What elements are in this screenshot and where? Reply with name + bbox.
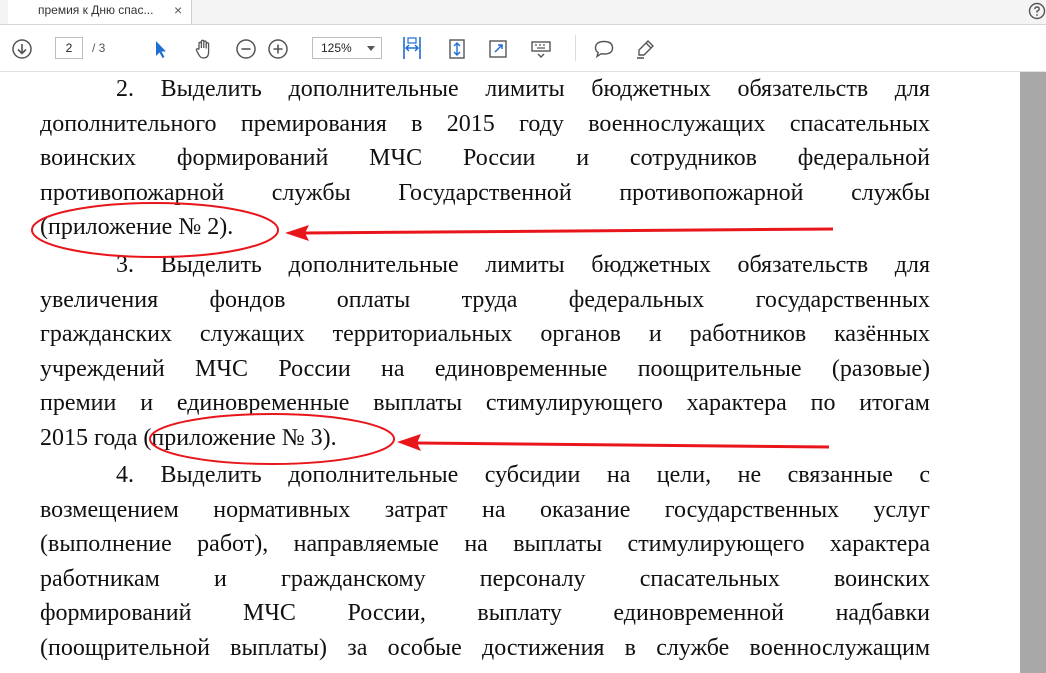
paragraph-3: 3. Выделить дополнительные лимиты бюджет… bbox=[40, 248, 930, 456]
text-line: 4. Выделить дополнительные субсидии на ц… bbox=[116, 462, 930, 488]
fit-width-icon[interactable] bbox=[401, 35, 423, 59]
text-line: гражданских служащих территориальных орг… bbox=[40, 321, 930, 348]
download-icon[interactable] bbox=[11, 38, 33, 60]
keyboard-icon[interactable] bbox=[530, 38, 552, 60]
hand-icon[interactable] bbox=[193, 38, 215, 60]
text-line: 3. Выделить дополнительные лимиты бюджет… bbox=[116, 252, 930, 278]
text-line: противопожарной службы Государственной п… bbox=[40, 179, 930, 206]
text-line: (поощрительной выплаты) за особые достиж… bbox=[40, 634, 930, 661]
pdf-viewer-window: премия к Дню спас... × / 3 125% bbox=[0, 0, 1046, 673]
paragraph-4: 4. Выделить дополнительные субсидии на ц… bbox=[40, 458, 930, 666]
text-line: работникам и гражданскому персоналу спас… bbox=[40, 565, 930, 592]
page-number-input[interactable] bbox=[55, 37, 83, 59]
text-line: премии и единовременные выплаты стимулир… bbox=[40, 390, 930, 417]
text-line: воинских формирований МЧС России и сотру… bbox=[40, 145, 930, 172]
zoom-in-icon[interactable] bbox=[267, 38, 289, 60]
tab-title: премия к Дню спас... bbox=[38, 3, 154, 17]
select-icon[interactable] bbox=[150, 38, 172, 60]
document-page[interactable]: 2. Выделить дополнительные лимиты бюджет… bbox=[0, 72, 1020, 673]
fit-page-icon[interactable] bbox=[446, 38, 468, 60]
help-icon[interactable] bbox=[1028, 2, 1046, 20]
close-tab-icon[interactable]: × bbox=[174, 2, 182, 18]
paragraph-2: 2. Выделить дополнительные лимиты бюджет… bbox=[40, 72, 930, 245]
zoom-value: 125% bbox=[321, 41, 352, 55]
zoom-select[interactable]: 125% bbox=[312, 37, 382, 59]
comment-icon[interactable] bbox=[593, 38, 615, 60]
document-tab[interactable]: премия к Дню спас... × bbox=[8, 0, 192, 24]
vertical-scrollbar[interactable] bbox=[1020, 72, 1046, 673]
text-line: увеличения фондов оплаты труда федеральн… bbox=[40, 286, 930, 313]
toolbar-separator bbox=[575, 35, 576, 61]
text-line: 2. Выделить дополнительные лимиты бюджет… bbox=[116, 76, 930, 102]
text-line: формирований МЧС России, выплату единовр… bbox=[40, 600, 930, 627]
page-total: / 3 bbox=[92, 41, 106, 55]
chevron-down-icon bbox=[367, 46, 375, 51]
text-line: (выполнение работ), направляемые на выпл… bbox=[40, 531, 930, 558]
text-line: учреждений МЧС России на единовременные … bbox=[40, 355, 930, 382]
text-line: 2015 года (приложение № 3). bbox=[40, 424, 337, 451]
highlight-icon[interactable] bbox=[634, 38, 656, 60]
tab-bar: премия к Дню спас... × bbox=[0, 0, 1046, 25]
toolbar: / 3 125% bbox=[0, 25, 1046, 72]
zoom-out-icon[interactable] bbox=[235, 38, 257, 60]
text-line: (приложение № 2). bbox=[40, 214, 234, 241]
fullscreen-icon[interactable] bbox=[487, 38, 509, 60]
text-line: дополнительного премирования в 2015 году… bbox=[40, 110, 930, 137]
text-line: возмещением нормативных затрат на оказан… bbox=[40, 496, 930, 523]
